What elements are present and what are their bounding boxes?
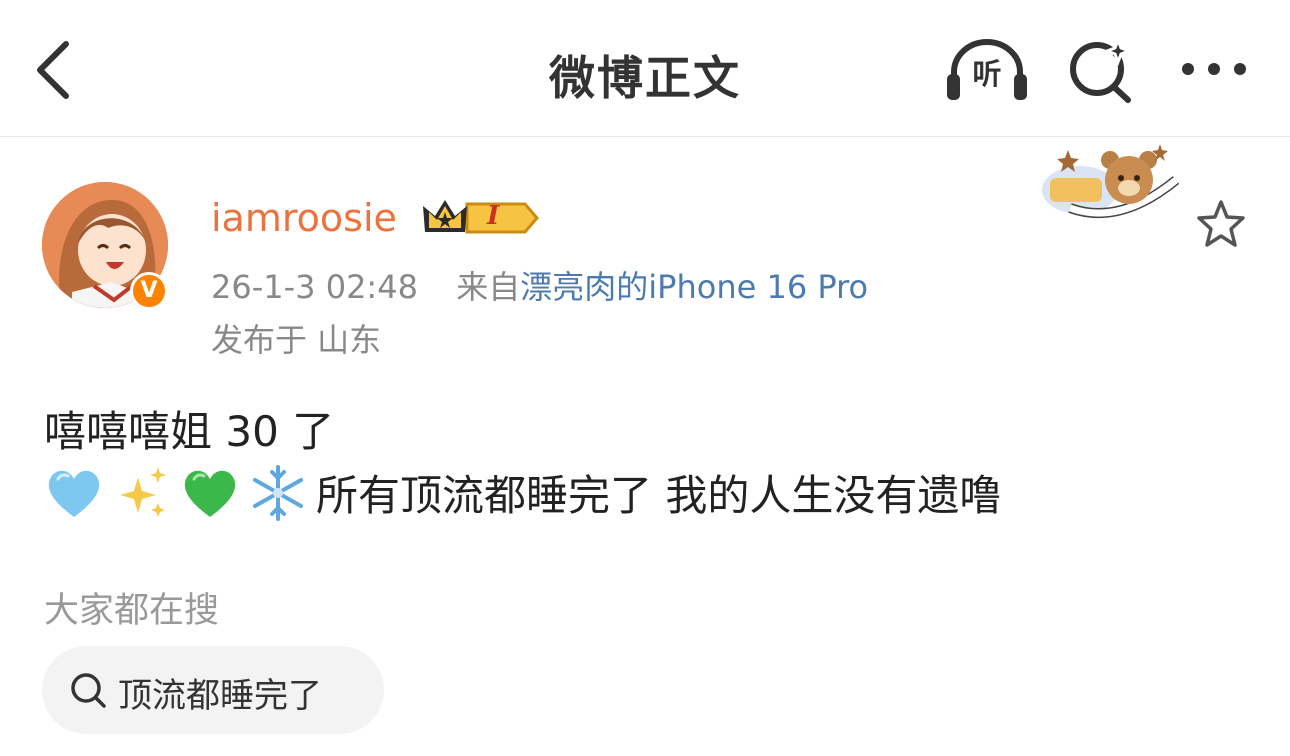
crown-icon [423, 200, 539, 234]
post-location: 发布于 山东 [211, 321, 382, 359]
post-text-line-2: 所有顶流都睡完了 我的人生没有遗噜 [44, 462, 1001, 523]
verified-badge: V [130, 272, 168, 310]
trending-search-chip[interactable]: 顶流都睡完了 [42, 646, 384, 734]
timestamp: 26-1-3 02:48 [211, 268, 418, 306]
bear-sticker-icon [1042, 144, 1180, 219]
card-sticker [1040, 140, 1180, 224]
trending-search-chip-label: 顶流都睡完了 [118, 676, 322, 716]
member-badge[interactable]: I [421, 196, 539, 240]
source-device-link[interactable]: 漂亮肉的iPhone 16 Pro [520, 268, 868, 306]
snowflake-icon [253, 464, 303, 521]
trending-search-label: 大家都在搜 [44, 591, 220, 631]
source-prefix: 来自 [456, 268, 521, 306]
post-text-line-1: 嘻嘻嘻姐 30 了 [44, 407, 335, 456]
search-icon [71, 673, 106, 708]
sparkles-icon [120, 466, 166, 517]
post-meta: 26-1-3 02:48 来自漂亮肉的iPhone 16 Pro [211, 262, 868, 308]
search-button[interactable] [1066, 35, 1136, 104]
star-icon [1197, 200, 1245, 247]
member-level-label: I [487, 201, 500, 231]
light-blue-heart-icon [48, 470, 100, 517]
post-text-main: 所有顶流都睡完了 我的人生没有遗噜 [316, 471, 1002, 520]
listen-label: 听 [972, 57, 1002, 91]
favorite-button[interactable] [1194, 198, 1248, 250]
listen-button[interactable]: 听 [944, 36, 1030, 104]
search-icon [1070, 35, 1134, 103]
more-icon [1182, 63, 1246, 75]
username[interactable]: iamroosie [211, 196, 397, 240]
nav-bar: 微博正文 听 [0, 0, 1290, 137]
more-button[interactable] [1176, 46, 1252, 92]
green-heart-icon [184, 470, 236, 517]
